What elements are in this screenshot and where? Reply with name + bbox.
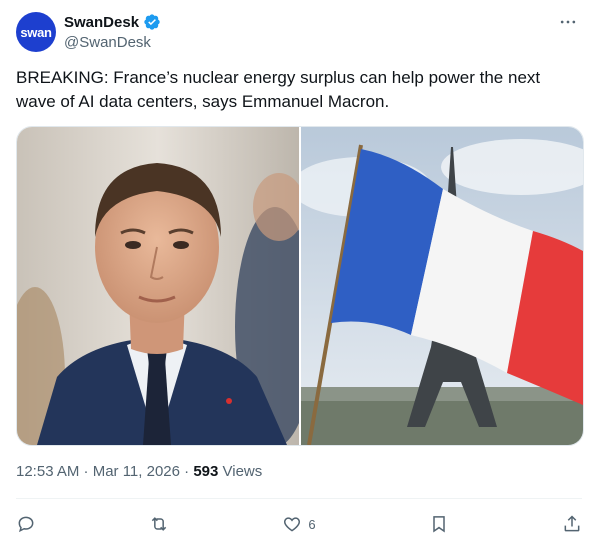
display-name[interactable]: SwanDesk bbox=[64, 14, 139, 31]
share-icon bbox=[564, 515, 580, 532]
more-options-button[interactable] bbox=[556, 10, 580, 34]
views-count: 593 bbox=[193, 463, 219, 480]
tweet-meta: 12:53 AM · Mar 11, 2026 · 593 Views bbox=[16, 463, 262, 480]
author-name-row: SwanDesk bbox=[64, 13, 161, 31]
macron-photo[interactable] bbox=[17, 127, 299, 445]
reply-button[interactable] bbox=[16, 510, 36, 538]
action-bar: 6 bbox=[16, 510, 582, 538]
heart-icon bbox=[284, 517, 301, 532]
author-handle[interactable]: @SwanDesk bbox=[64, 34, 151, 51]
tweet-media[interactable] bbox=[16, 126, 584, 446]
divider bbox=[16, 498, 582, 499]
reply-icon bbox=[18, 516, 34, 533]
flag-image bbox=[301, 127, 583, 445]
tweet-text: BREAKING: France’s nuclear energy surplu… bbox=[16, 68, 541, 111]
like-count: 6 bbox=[308, 516, 316, 532]
bookmark-icon bbox=[433, 516, 445, 533]
share-button[interactable] bbox=[562, 510, 582, 538]
more-icon bbox=[560, 20, 576, 24]
timestamp[interactable]: 12:53 AM · Mar 11, 2026 · bbox=[16, 463, 193, 480]
retweet-icon bbox=[151, 517, 167, 531]
portrait-image bbox=[17, 127, 299, 445]
views-label: Views bbox=[218, 463, 263, 480]
like-button[interactable]: 6 bbox=[282, 510, 316, 538]
retweet-button[interactable] bbox=[149, 510, 169, 538]
bookmark-button[interactable] bbox=[429, 510, 449, 538]
verified-badge-icon bbox=[144, 14, 160, 30]
flag-eiffel-photo[interactable] bbox=[301, 127, 583, 445]
avatar-text: swan bbox=[20, 24, 52, 40]
avatar[interactable]: swan bbox=[16, 12, 56, 52]
